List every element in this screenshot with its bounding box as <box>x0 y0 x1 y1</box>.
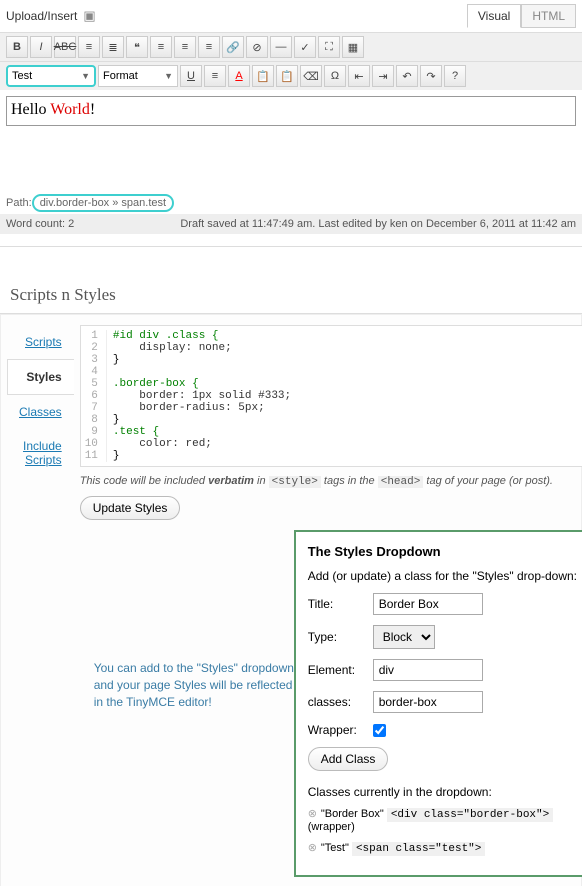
upload-label: Upload/Insert <box>6 9 77 23</box>
charmap-button[interactable]: Ω <box>324 65 346 87</box>
redo-button[interactable]: ↷ <box>420 65 442 87</box>
current-classes-label: Classes currently in the dropdown: <box>308 785 580 799</box>
editor-toolbar-area: Upload/Insert ▣ Visual HTML B I ABC ≡ ≣ … <box>0 0 582 247</box>
panel-body: Scripts Styles Classes Include Scripts 1… <box>0 314 582 886</box>
help-button[interactable]: ? <box>444 65 466 87</box>
media-icon[interactable]: ▣ <box>83 8 95 24</box>
element-label: Element: <box>308 663 373 677</box>
add-class-button[interactable]: Add Class <box>308 747 389 771</box>
tab-classes[interactable]: Classes <box>7 395 74 429</box>
tab-visual[interactable]: Visual <box>467 4 521 28</box>
title-label: Title: <box>308 597 373 611</box>
delete-icon[interactable]: ⊗ <box>308 842 317 854</box>
strike-button[interactable]: ABC <box>54 36 76 58</box>
classes-label: classes: <box>308 695 373 709</box>
chevron-down-icon: ▼ <box>160 71 173 81</box>
format-dropdown-value: Format <box>103 70 138 82</box>
class-list-item: ⊗"Border Box" <div class="border-box"> (… <box>308 807 580 833</box>
underline-button[interactable]: U <box>180 65 202 87</box>
tab-scripts[interactable]: Scripts <box>7 325 74 359</box>
bullet-list-button[interactable]: ≡ <box>78 36 100 58</box>
bold-button[interactable]: B <box>6 36 28 58</box>
path-row: Path: div.border-box » span.test <box>0 192 582 214</box>
styles-dropdown-popup: The Styles Dropdown Add (or update) a cl… <box>294 530 582 877</box>
indent-button[interactable]: ⇥ <box>372 65 394 87</box>
panel-title: Scripts n Styles <box>0 277 582 314</box>
toolbar-row-2: Test ▼ Format ▼ U ≡ A 📋 📋 ⌫ Ω ⇤ ⇥ ↶ ↷ ? <box>0 61 582 90</box>
status-row: Word count: 2 Draft saved at 11:47:49 am… <box>0 214 582 234</box>
content-editor[interactable]: Hello World! <box>6 96 576 126</box>
textcolor-button[interactable]: A <box>228 65 250 87</box>
path-content[interactable]: div.border-box » span.test <box>32 194 174 212</box>
tab-styles[interactable]: Styles <box>7 359 74 395</box>
styles-dropdown[interactable]: Test ▼ <box>6 65 96 87</box>
italic-button[interactable]: I <box>30 36 52 58</box>
annotation-text: You can add to the "Styles" dropdown and… <box>94 660 304 710</box>
spellcheck-button[interactable]: ✓ <box>294 36 316 58</box>
link-button[interactable]: 🔗 <box>222 36 244 58</box>
blockquote-button[interactable]: ❝ <box>126 36 148 58</box>
code-area: 1234567891011 #id div .class { display: … <box>74 325 582 877</box>
paste-word-button[interactable]: 📋 <box>276 65 298 87</box>
align-right-button[interactable]: ≡ <box>198 36 220 58</box>
editor-text: Hello <box>11 101 50 118</box>
number-list-button[interactable]: ≣ <box>102 36 124 58</box>
popup-title: The Styles Dropdown <box>308 544 580 559</box>
classes-input[interactable] <box>373 691 483 713</box>
align-left-button[interactable]: ≡ <box>150 36 172 58</box>
outdent-button[interactable]: ⇤ <box>348 65 370 87</box>
code-note: This code will be included verbatim in <… <box>80 475 582 488</box>
format-dropdown[interactable]: Format ▼ <box>98 65 178 87</box>
scripts-styles-panel: Scripts n Styles Scripts Styles Classes … <box>0 277 582 886</box>
align-center-button[interactable]: ≡ <box>174 36 196 58</box>
update-styles-button[interactable]: Update Styles <box>80 496 181 520</box>
delete-icon[interactable]: ⊗ <box>308 808 317 820</box>
justify-button[interactable]: ≡ <box>204 65 226 87</box>
editor-text-styled: World <box>50 101 90 118</box>
unlink-button[interactable]: ⊘ <box>246 36 268 58</box>
code-editor[interactable]: 1234567891011 #id div .class { display: … <box>80 325 582 467</box>
popup-intro: Add (or update) a class for the "Styles"… <box>308 569 580 583</box>
toolbar-row-1: B I ABC ≡ ≣ ❝ ≡ ≡ ≡ 🔗 ⊘ — ✓ ⛶ ▦ <box>0 32 582 61</box>
fullscreen-button[interactable]: ⛶ <box>318 36 340 58</box>
upload-row: Upload/Insert ▣ Visual HTML <box>0 0 582 32</box>
remove-format-button[interactable]: ⌫ <box>300 65 322 87</box>
draft-status: Draft saved at 11:47:49 am. Last edited … <box>180 218 576 230</box>
wrapper-checkbox[interactable] <box>373 724 386 737</box>
undo-button[interactable]: ↶ <box>396 65 418 87</box>
title-input[interactable] <box>373 593 483 615</box>
editor-tabs: Visual HTML <box>467 4 576 28</box>
word-count: Word count: 2 <box>6 218 74 230</box>
chevron-down-icon: ▼ <box>77 71 90 81</box>
tab-include-scripts[interactable]: Include Scripts <box>7 429 74 477</box>
element-input[interactable] <box>373 659 483 681</box>
type-select[interactable]: Block <box>373 625 435 649</box>
wrapper-label: Wrapper: <box>308 723 373 737</box>
more-button[interactable]: — <box>270 36 292 58</box>
paste-text-button[interactable]: 📋 <box>252 65 274 87</box>
path-label: Path: <box>6 197 32 209</box>
tab-html[interactable]: HTML <box>521 4 576 28</box>
kitchensink-button[interactable]: ▦ <box>342 36 364 58</box>
code-content: #id div .class { display: none; } .borde… <box>107 330 291 462</box>
line-numbers: 1234567891011 <box>85 330 107 462</box>
class-list-item: ⊗"Test" <span class="test"> <box>308 841 580 855</box>
side-tabs: Scripts Styles Classes Include Scripts <box>7 325 74 877</box>
styles-dropdown-value: Test <box>12 70 32 82</box>
type-label: Type: <box>308 630 373 644</box>
editor-text: ! <box>90 101 95 118</box>
